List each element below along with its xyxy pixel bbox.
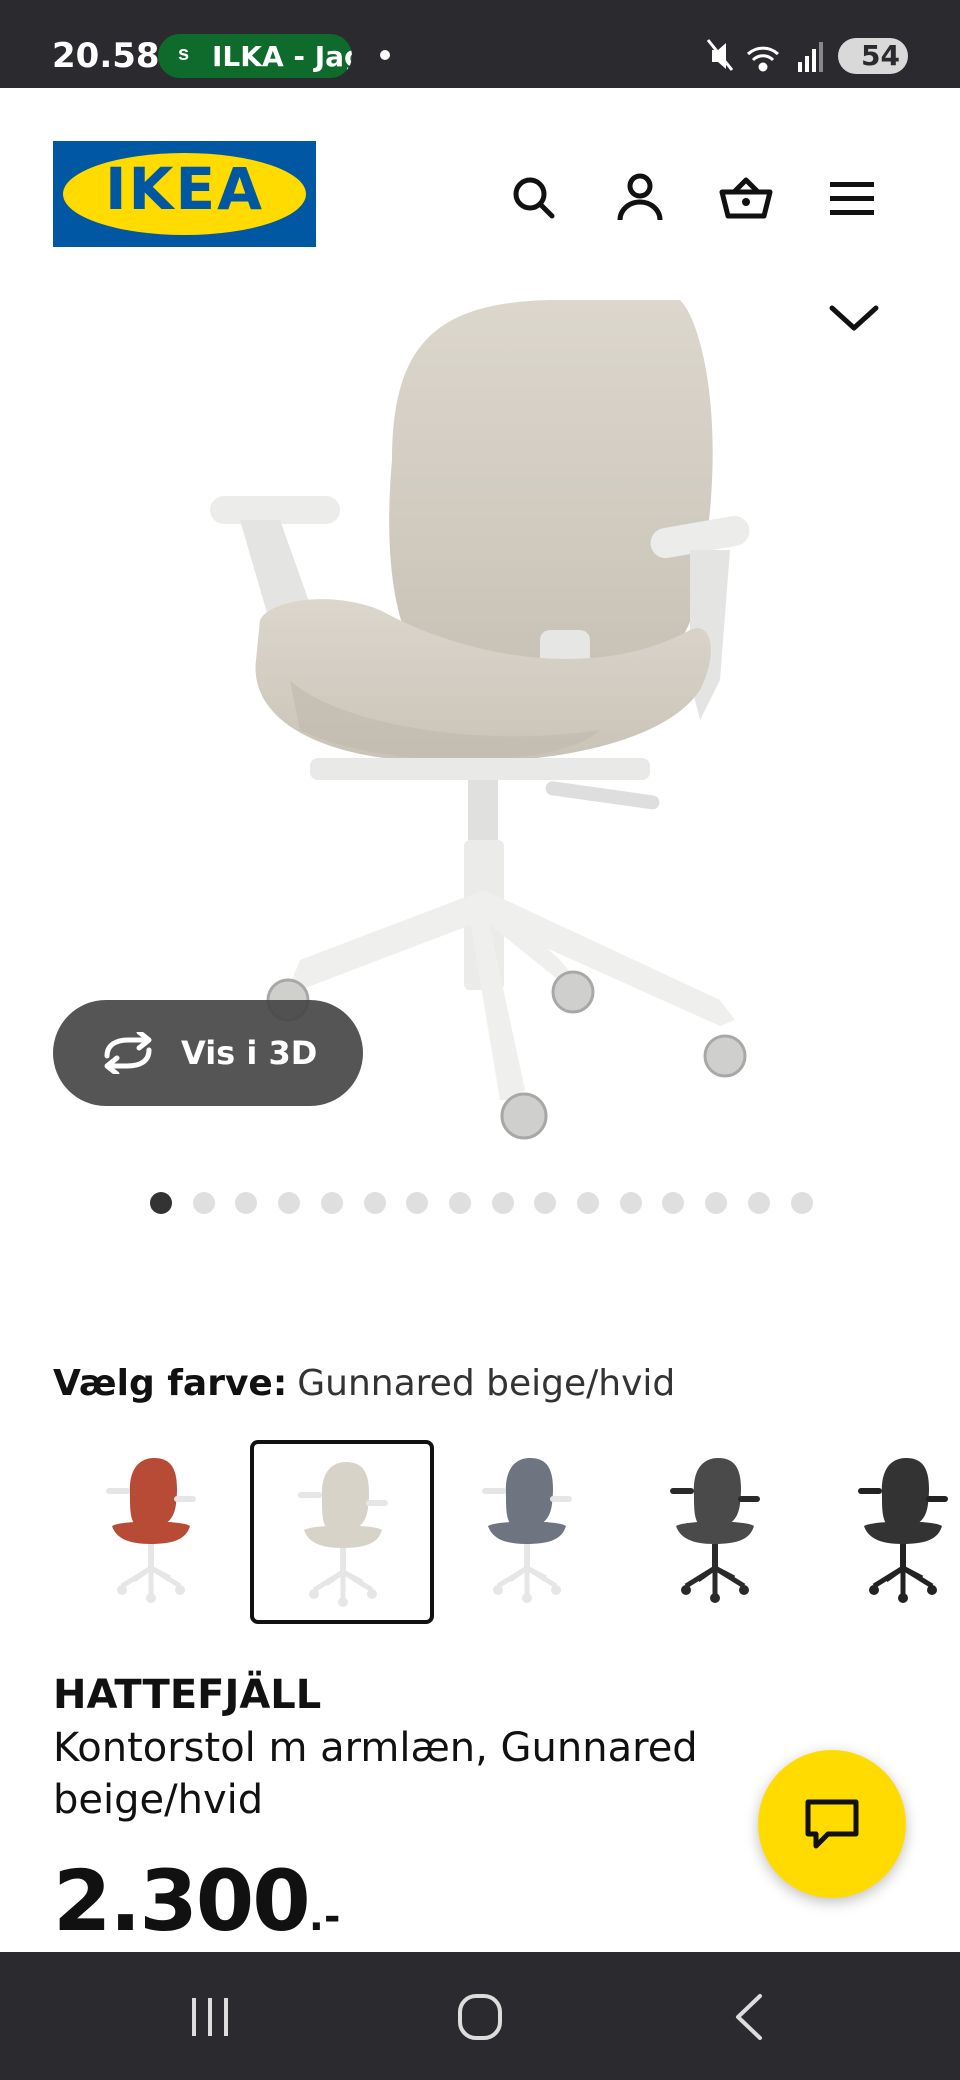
gallery-dot[interactable] (747, 1192, 770, 1214)
search-icon[interactable] (506, 170, 562, 226)
product-name: HATTEFJÄLL (53, 1672, 322, 1718)
gallery-dot[interactable] (320, 1192, 343, 1214)
color-selection-heading: Vælg farve: Gunnared beige/hvid (53, 1362, 675, 1404)
color-swatch[interactable] (62, 1440, 246, 1624)
gallery-dot[interactable] (577, 1192, 599, 1214)
gallery-dot[interactable] (278, 1192, 301, 1214)
mute-icon (706, 39, 734, 71)
home-icon[interactable] (450, 1992, 510, 2042)
gallery-dot[interactable] (406, 1192, 429, 1214)
gallery-dot[interactable] (491, 1192, 514, 1214)
color-swatches (0, 1440, 960, 1630)
price-suffix: .- (308, 1894, 341, 1940)
account-icon[interactable] (612, 170, 668, 226)
status-notification-pill[interactable]: s ILKA - Jag (158, 34, 352, 78)
wifi-icon (746, 46, 780, 72)
gallery-dot[interactable] (705, 1192, 728, 1214)
ikea-logo[interactable]: IKEA (53, 141, 316, 247)
battery-icon: 54 (838, 38, 908, 74)
color-swatch[interactable] (250, 1440, 434, 1624)
pill-text: ILKA - Jag (212, 40, 352, 73)
price-value: 2.300 (53, 1852, 311, 1950)
status-icons (706, 39, 823, 72)
gallery-dot[interactable] (192, 1192, 215, 1214)
status-bar: 20.58 s ILKA - Jag 54 (0, 0, 960, 88)
signal-icon (798, 42, 823, 72)
color-label: Vælg farve: (53, 1363, 288, 1404)
product-price: 2.300.- (53, 1852, 341, 1950)
view-3d-label: Vis i 3D (181, 1034, 318, 1072)
view-3d-button[interactable]: Vis i 3D (53, 1000, 363, 1106)
color-value: Gunnared beige/hvid (297, 1363, 676, 1404)
gallery-dot[interactable] (662, 1192, 685, 1214)
gallery-dot[interactable] (363, 1192, 386, 1214)
color-swatch[interactable] (626, 1440, 810, 1624)
color-swatch[interactable] (814, 1440, 960, 1624)
gallery-dot[interactable] (790, 1192, 813, 1214)
gallery-dot[interactable] (448, 1192, 471, 1214)
battery-level: 54 (861, 39, 900, 72)
notification-dot (380, 50, 390, 60)
recent-apps-icon[interactable] (180, 1992, 240, 2042)
chat-icon (805, 1799, 859, 1849)
chevron-down-icon[interactable] (826, 300, 882, 340)
site-header: IKEA (0, 88, 960, 300)
pill-s-icon: s (178, 43, 190, 65)
gallery-dot[interactable] (235, 1192, 258, 1214)
status-time: 20.58 (52, 36, 160, 76)
chat-button[interactable] (758, 1750, 906, 1898)
gallery-dot[interactable] (534, 1192, 557, 1214)
basket-icon[interactable] (718, 170, 774, 226)
menu-icon[interactable] (826, 170, 882, 226)
gallery-dot[interactable] (619, 1192, 642, 1214)
back-icon[interactable] (720, 1992, 780, 2042)
rotate-3d-icon (104, 1032, 152, 1074)
gallery-dot[interactable] (150, 1192, 172, 1214)
color-swatch[interactable] (438, 1440, 622, 1624)
system-nav-bar (0, 1952, 960, 2080)
product-description: Kontorstol m armlæn, Gunnared beige/hvid (53, 1725, 698, 1823)
